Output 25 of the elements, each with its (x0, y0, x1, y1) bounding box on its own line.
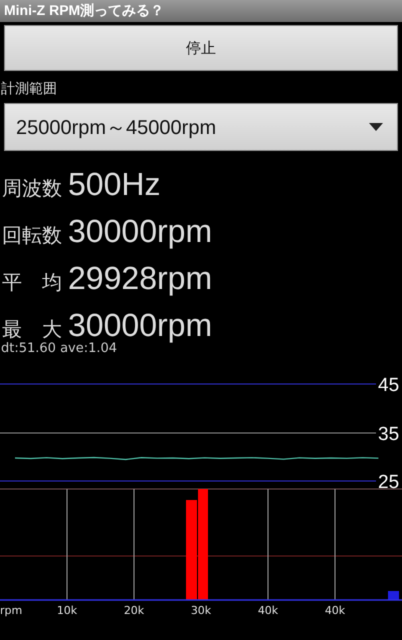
reading-value: 29928rpm (68, 260, 212, 297)
axis-label: 10k (56, 604, 78, 617)
range-dropdown[interactable]: 25000rpm～45000rpm (4, 103, 398, 151)
reading-label: 回転数 (2, 222, 63, 249)
reading-label: 最 大 (2, 316, 63, 342)
reading-value: 500Hz (68, 166, 160, 203)
axis-label: 35 (378, 424, 400, 445)
reading-value: 30000rpm (68, 307, 212, 343)
axis-label: 40k (324, 604, 346, 617)
axis-label: 25 (378, 472, 400, 493)
range-label: 計測範囲 (1, 80, 58, 99)
range-value: 25000rpm～45000rpm (16, 116, 216, 140)
axis-label: 30k (190, 604, 212, 617)
axis-label: 45 (378, 375, 400, 396)
stop-button[interactable]: 停止 (4, 25, 398, 71)
reading-value: 30000rpm (68, 213, 212, 250)
window-title: Mini-Z RPM測ってみる？ (4, 2, 164, 20)
caret-icon (369, 123, 383, 131)
reading-label: 平 均 (2, 269, 63, 296)
axis-label: rpm (0, 604, 22, 617)
histogram-bar (388, 591, 399, 600)
debug-text: dt:51.60 ave:1.04 (0, 341, 118, 356)
axis-label: 40k (258, 604, 278, 617)
axis-label: 20k (124, 604, 144, 617)
reading-label: 周波数 (2, 175, 63, 202)
